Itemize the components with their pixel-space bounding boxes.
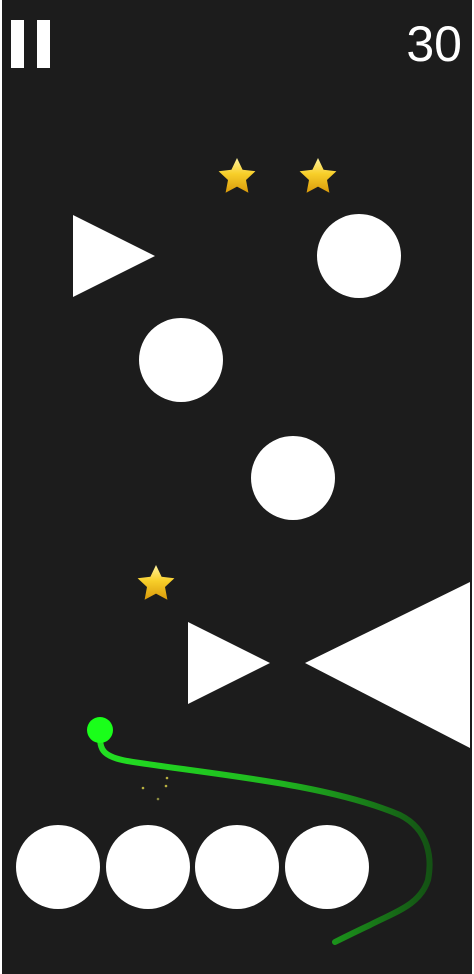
star-icon — [218, 158, 256, 193]
triangle-obstacle — [188, 622, 270, 704]
particle — [164, 784, 168, 788]
particle — [156, 797, 160, 801]
ball — [106, 825, 190, 909]
particle — [141, 786, 145, 790]
game-field — [0, 0, 474, 974]
left-wall — [0, 0, 2, 974]
circle-obstacle — [251, 436, 335, 520]
star-icon — [299, 158, 337, 193]
ball — [16, 825, 100, 909]
triangle-obstacle — [73, 215, 155, 297]
circle-obstacle — [139, 318, 223, 402]
circle-obstacle — [317, 214, 401, 298]
ball — [285, 825, 369, 909]
particle — [165, 776, 169, 780]
ball — [195, 825, 279, 909]
player-ball[interactable] — [87, 717, 113, 743]
triangle-obstacle — [305, 582, 470, 748]
star-icon — [137, 565, 175, 600]
game-stage[interactable]: 30 — [0, 0, 474, 974]
